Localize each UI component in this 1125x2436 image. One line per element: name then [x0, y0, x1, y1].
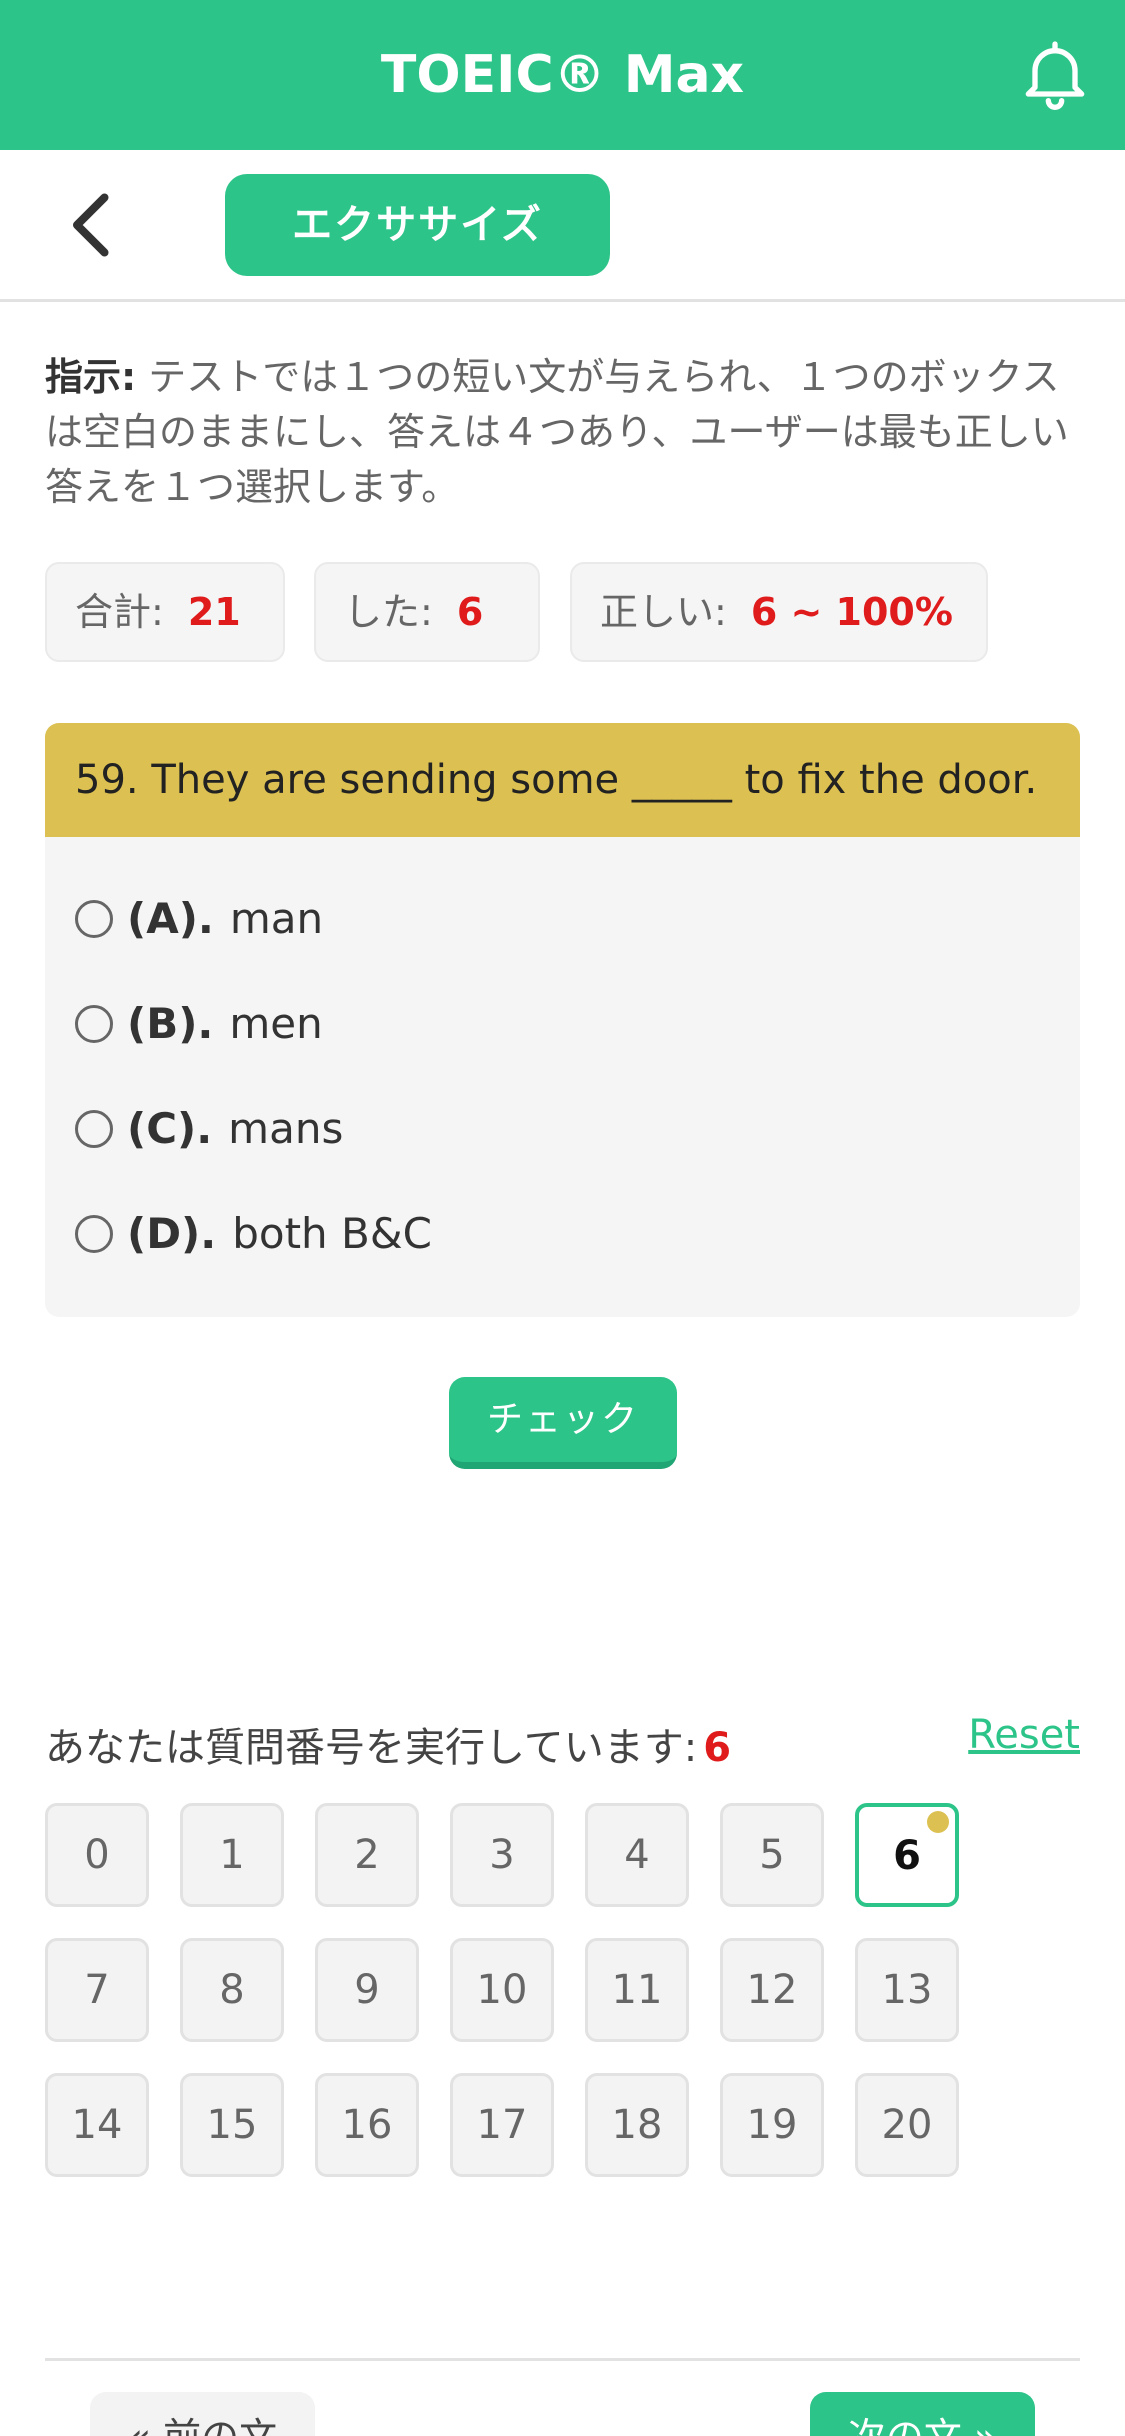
instruction-body: テストでは１つの短い文が与えられ、１つのボックスは空白のままにし、答えは４つあり…	[45, 355, 1069, 509]
stat-done-value: 6	[456, 590, 484, 634]
stat-total: 合計: 21	[45, 562, 285, 662]
prev-sentence-button[interactable]: « 前の文	[90, 2392, 315, 2436]
question-number-button[interactable]: 4	[585, 1803, 689, 1907]
next-sentence-button[interactable]: 次の文 »	[810, 2392, 1035, 2436]
current-question-number: 6	[703, 1725, 732, 1771]
bell-icon[interactable]	[1015, 34, 1095, 114]
question-number-button[interactable]: 7	[45, 1938, 149, 2042]
stat-done-label: した:	[344, 590, 433, 634]
option-letter: (C).	[127, 1104, 213, 1153]
question-number-button[interactable]: 14	[45, 2073, 149, 2177]
question-number-button-active[interactable]: 6	[855, 1803, 959, 1907]
app-title: TOEIC® Max	[380, 45, 745, 105]
option-letter: (A).	[127, 894, 214, 943]
option-c[interactable]: (C). mans	[75, 1099, 343, 1159]
question-number-button[interactable]: 19	[720, 2073, 824, 2177]
radio-button[interactable]	[75, 1004, 113, 1043]
option-text: man	[229, 894, 324, 943]
option-b[interactable]: (B). men	[75, 994, 323, 1054]
stat-done: した: 6	[314, 562, 540, 662]
progress-label-text: あなたは質問番号を実行しています:	[45, 1725, 698, 1771]
reset-link[interactable]: Reset	[968, 1712, 1080, 1758]
question-number-button[interactable]: 10	[450, 1938, 554, 2042]
question-number-button[interactable]: 2	[315, 1803, 419, 1907]
check-button[interactable]: チェック	[449, 1377, 677, 1469]
exercise-mode-button[interactable]: エクササイズ	[225, 174, 610, 276]
divider	[45, 2358, 1080, 2361]
progress-label: あなたは質問番号を実行しています: 6	[45, 1715, 731, 1773]
chevron-left-icon[interactable]	[62, 190, 122, 260]
option-text: mans	[228, 1104, 344, 1153]
question-number-button[interactable]: 9	[315, 1938, 419, 2042]
option-letter: (D).	[127, 1209, 217, 1258]
radio-button[interactable]	[75, 1109, 113, 1148]
radio-button[interactable]	[75, 1214, 113, 1253]
question-number-button[interactable]: 8	[180, 1938, 284, 2042]
option-letter: (B).	[127, 999, 214, 1048]
question-number-button[interactable]: 1	[180, 1803, 284, 1907]
radio-button[interactable]	[75, 899, 113, 938]
instruction-label: 指示:	[45, 355, 137, 399]
question-number-button[interactable]: 17	[450, 2073, 554, 2177]
question-number-button[interactable]: 5	[720, 1803, 824, 1907]
stat-correct: 正しい: 6 ~ 100%	[570, 562, 988, 662]
sub-toolbar: エクササイズ	[0, 150, 1125, 302]
stat-correct-label: 正しい:	[600, 590, 727, 634]
instruction-text: 指示: テストでは１つの短い文が与えられ、１つのボックスは空白のままにし、答えは…	[45, 350, 1075, 515]
question-number-button[interactable]: 18	[585, 2073, 689, 2177]
option-a[interactable]: (A). man	[75, 889, 323, 949]
question-number-button[interactable]: 12	[720, 1938, 824, 2042]
question-number-button[interactable]: 15	[180, 2073, 284, 2177]
stat-total-value: 21	[187, 590, 241, 634]
option-text: both B&C	[232, 1209, 432, 1258]
question-text: 59. They are sending some _____ to fix t…	[45, 723, 1080, 837]
question-card: 59. They are sending some _____ to fix t…	[45, 723, 1080, 1317]
question-number-button[interactable]: 0	[45, 1803, 149, 1907]
question-number-button[interactable]: 20	[855, 2073, 959, 2177]
stat-total-label: 合計:	[75, 590, 164, 634]
stat-correct-value: 6 ~ 100%	[750, 590, 953, 634]
question-number-button[interactable]: 13	[855, 1938, 959, 2042]
option-d[interactable]: (D). both B&C	[75, 1204, 432, 1264]
app-header: TOEIC® Max	[0, 0, 1125, 150]
question-number-button[interactable]: 3	[450, 1803, 554, 1907]
question-number-button[interactable]: 16	[315, 2073, 419, 2177]
question-number-button[interactable]: 11	[585, 1938, 689, 2042]
option-text: men	[229, 999, 323, 1048]
